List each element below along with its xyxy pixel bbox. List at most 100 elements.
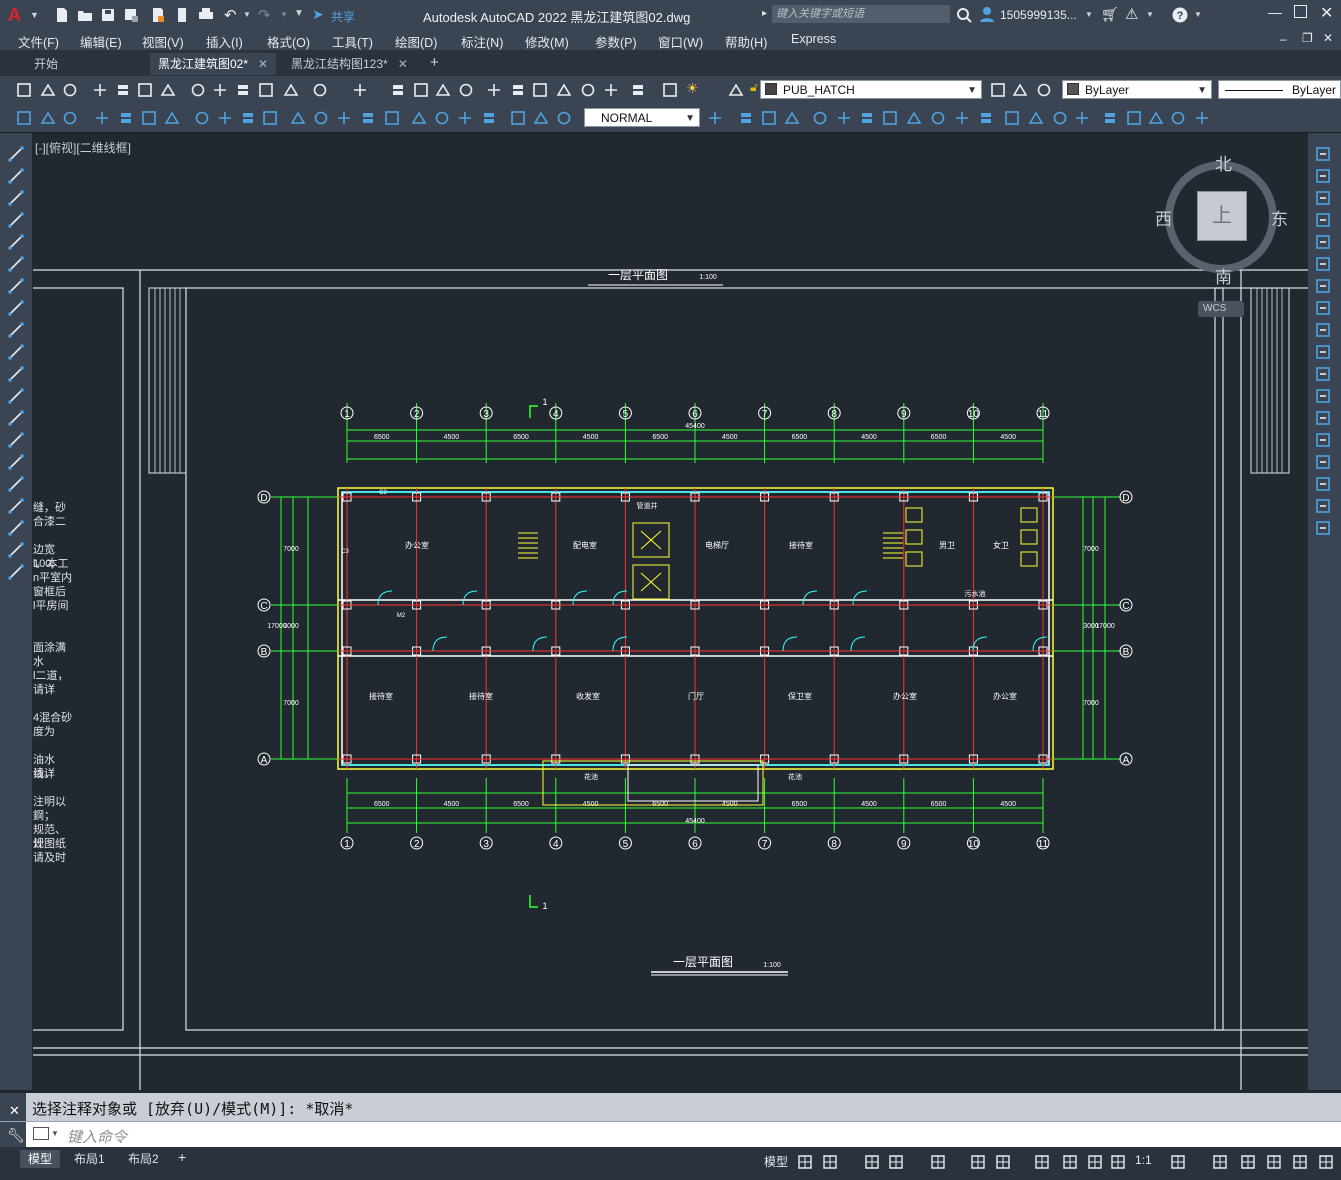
design-center-icon[interactable] [510, 82, 526, 98]
help-dropdown-icon[interactable]: ▼ [1194, 10, 1202, 19]
trim-icon[interactable] [1314, 343, 1332, 361]
color-combo[interactable]: ByLayer ▼ [1062, 80, 1212, 99]
line-icon[interactable] [7, 145, 25, 163]
join-icon[interactable] [930, 110, 946, 126]
linear-dim-icon[interactable] [94, 110, 110, 126]
array-icon[interactable] [1102, 110, 1118, 126]
pan-icon[interactable] [390, 82, 406, 98]
user-dropdown-icon[interactable]: ▼ [1085, 10, 1093, 19]
explode-icon[interactable] [1314, 519, 1332, 537]
qnew-icon[interactable] [16, 82, 32, 98]
polygon-icon[interactable] [7, 211, 25, 229]
zoom-previous-icon[interactable] [458, 82, 474, 98]
erase-icon[interactable] [1028, 110, 1044, 126]
dim-style-icon[interactable] [707, 110, 723, 126]
polar-icon[interactable] [888, 1154, 904, 1170]
layer-properties-icon[interactable] [662, 82, 678, 98]
layout-tab-model[interactable]: 模型 [20, 1150, 61, 1168]
lineweight-icon[interactable] [1034, 1154, 1050, 1170]
menu-parameters[interactable]: 参数(P) [595, 32, 637, 51]
help-icon[interactable] [630, 82, 646, 98]
linetype-combo[interactable]: ByLayer [1218, 80, 1341, 99]
rectangle-icon[interactable] [7, 233, 25, 251]
app-menu-arrow-icon[interactable]: ▼ [30, 10, 39, 20]
customize-qat-icon[interactable]: ▼ [294, 8, 304, 19]
jogged-linear-icon[interactable] [481, 110, 497, 126]
layout-tab-1[interactable]: 布局1 [66, 1150, 113, 1168]
doc-restore-icon[interactable]: ❐ [1302, 31, 1313, 45]
layer-make-current-icon[interactable] [728, 82, 744, 98]
array-icon[interactable] [1314, 233, 1332, 251]
tab-structure-123[interactable]: 黑龙江结构图123* ✕ [283, 53, 416, 75]
eraser-icon[interactable] [312, 82, 328, 98]
layer-isolate-icon[interactable] [1036, 82, 1052, 98]
qsave-icon[interactable] [62, 82, 78, 98]
hatch-icon[interactable] [7, 453, 25, 471]
grid-icon[interactable] [797, 1154, 813, 1170]
undo-icon[interactable]: ↶ [224, 6, 237, 24]
object-snap-icon[interactable] [995, 1154, 1011, 1170]
layer-combo[interactable]: PUB_HATCH ▼ [760, 80, 982, 99]
properties-icon[interactable] [486, 82, 502, 98]
customize-wrench-icon[interactable]: 🔧︎ [7, 1127, 25, 1144]
inspect-icon[interactable] [457, 110, 473, 126]
undo-icon[interactable] [352, 82, 368, 98]
menu-draw[interactable]: 绘图(D) [395, 32, 437, 51]
preview-icon[interactable] [115, 82, 131, 98]
zoom-realtime-icon[interactable] [413, 82, 429, 98]
viewcube-west[interactable]: 西 [1155, 205, 1172, 230]
extend-icon[interactable] [882, 110, 898, 126]
dim-edit-icon[interactable] [510, 110, 526, 126]
aligned-dim-icon[interactable] [118, 110, 134, 126]
command-input[interactable]: 键入命令 [67, 1126, 127, 1147]
redo-dropdown-icon[interactable]: ▼ [280, 10, 288, 19]
point-icon[interactable] [7, 431, 25, 449]
add-selected-icon[interactable] [7, 563, 25, 581]
fillet-icon[interactable] [978, 110, 994, 126]
wcs-menu[interactable]: WCS [1198, 301, 1244, 317]
rotate-icon[interactable] [1314, 277, 1332, 295]
block-icon[interactable] [283, 82, 299, 98]
chamfer-icon[interactable] [1314, 453, 1332, 471]
customization-icon[interactable] [1318, 1154, 1334, 1170]
stretch-icon[interactable] [1314, 321, 1332, 339]
dim-style-combo[interactable]: NORMAL ▼ [584, 108, 700, 127]
tab-start[interactable]: 开始 [26, 53, 66, 75]
erase-icon[interactable] [1314, 145, 1332, 163]
autodesk-app-icon[interactable]: ⚠︎ [1125, 5, 1138, 23]
mirror-icon[interactable] [1314, 189, 1332, 207]
share-button[interactable]: 共享 [331, 8, 355, 25]
break-icon[interactable] [1314, 409, 1332, 427]
save-as-icon[interactable] [123, 7, 139, 23]
menu-dimension[interactable]: 标注(N) [461, 32, 503, 51]
ortho-icon[interactable] [864, 1154, 880, 1170]
viewcube-north[interactable]: 北 [1215, 150, 1232, 175]
offset-icon[interactable] [1314, 211, 1332, 229]
polyline-icon[interactable] [7, 189, 25, 207]
3d-print-icon[interactable] [160, 82, 176, 98]
radius-icon[interactable] [194, 110, 210, 126]
plot-icon[interactable] [198, 7, 214, 23]
cut-icon[interactable] [190, 82, 206, 98]
hatch-icon[interactable] [62, 110, 78, 126]
sheet-set-icon[interactable] [556, 82, 572, 98]
gradient-icon[interactable] [7, 475, 25, 493]
recent-commands-dropdown-icon[interactable]: ▼ [51, 1129, 59, 1138]
app-dropdown-icon[interactable]: ▼ [1146, 10, 1154, 19]
isodraft-icon[interactable] [930, 1154, 946, 1170]
web-mobile-icon[interactable] [150, 7, 166, 23]
help-icon[interactable]: ? [1172, 7, 1188, 23]
annotation-scale[interactable]: 1:1 [1135, 1153, 1152, 1167]
menu-file[interactable]: 文件(F) [18, 32, 59, 51]
publish-icon[interactable] [137, 82, 153, 98]
store-cart-icon[interactable]: 🛒︎ [1101, 6, 1119, 23]
join-icon[interactable] [1314, 431, 1332, 449]
ellipse-icon[interactable] [7, 343, 25, 361]
jogged-icon[interactable] [217, 110, 233, 126]
drawing-canvas[interactable]: [-][俯视][二维线框] 一层平面图 1:100 一层平面图 1:100 1 1 2 2 3 3… [33, 133, 1308, 1090]
copy-obj-icon[interactable] [761, 110, 777, 126]
rotate-icon[interactable] [784, 110, 800, 126]
annotation-visibility-icon[interactable] [1062, 1154, 1078, 1170]
layer-previous-icon[interactable] [990, 82, 1006, 98]
annotation-monitor-icon[interactable] [1110, 1154, 1126, 1170]
